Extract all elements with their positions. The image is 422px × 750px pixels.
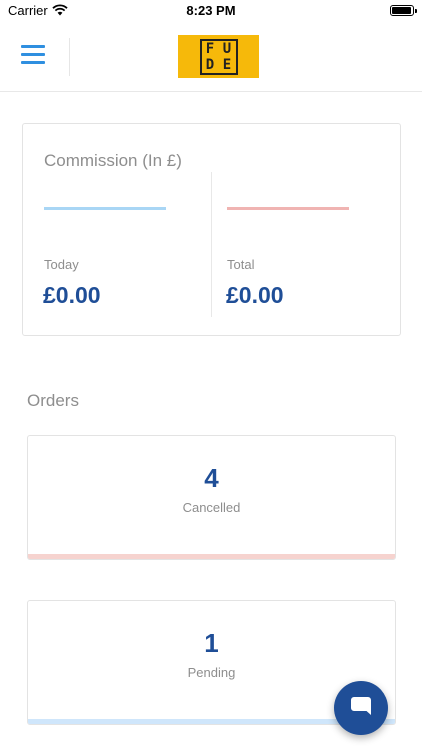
commission-card: Commission (In £) Today £0.00 Total £0.0…	[22, 123, 401, 336]
chat-button[interactable]	[334, 681, 388, 735]
chat-bubble-icon	[349, 694, 373, 723]
today-label: Today	[44, 257, 79, 272]
logo-letter: E	[222, 56, 232, 73]
total-label: Total	[227, 257, 255, 272]
status-bar: Carrier 8:23 PM	[0, 0, 422, 22]
today-accent-line	[44, 207, 166, 210]
today-commission-value: £0.00	[43, 282, 101, 308]
orders-section-title: Orders	[27, 391, 79, 410]
commission-title: Commission (In £)	[44, 151, 182, 170]
commission-column-divider	[211, 172, 212, 317]
logo-letter: D	[205, 56, 215, 73]
total-commission-value: £0.00	[226, 282, 284, 308]
status-time: 8:23 PM	[186, 3, 236, 18]
cancelled-orders-count: 4	[204, 463, 219, 493]
total-accent-line	[227, 207, 349, 210]
header-divider	[69, 38, 70, 76]
cancelled-orders-card[interactable]: 4 Cancelled	[27, 435, 396, 560]
pending-orders-label: Pending	[187, 665, 236, 680]
fude-logo: F U D E	[178, 35, 259, 78]
hamburger-menu-icon[interactable]	[21, 45, 45, 67]
cancelled-accent-bar	[28, 554, 395, 559]
battery-icon	[390, 5, 417, 16]
cancelled-orders-label: Cancelled	[182, 500, 241, 515]
logo-letter: F	[205, 40, 215, 57]
pending-orders-count: 1	[204, 628, 219, 658]
app-header: F U D E	[0, 22, 422, 92]
logo-letter: U	[222, 40, 232, 57]
